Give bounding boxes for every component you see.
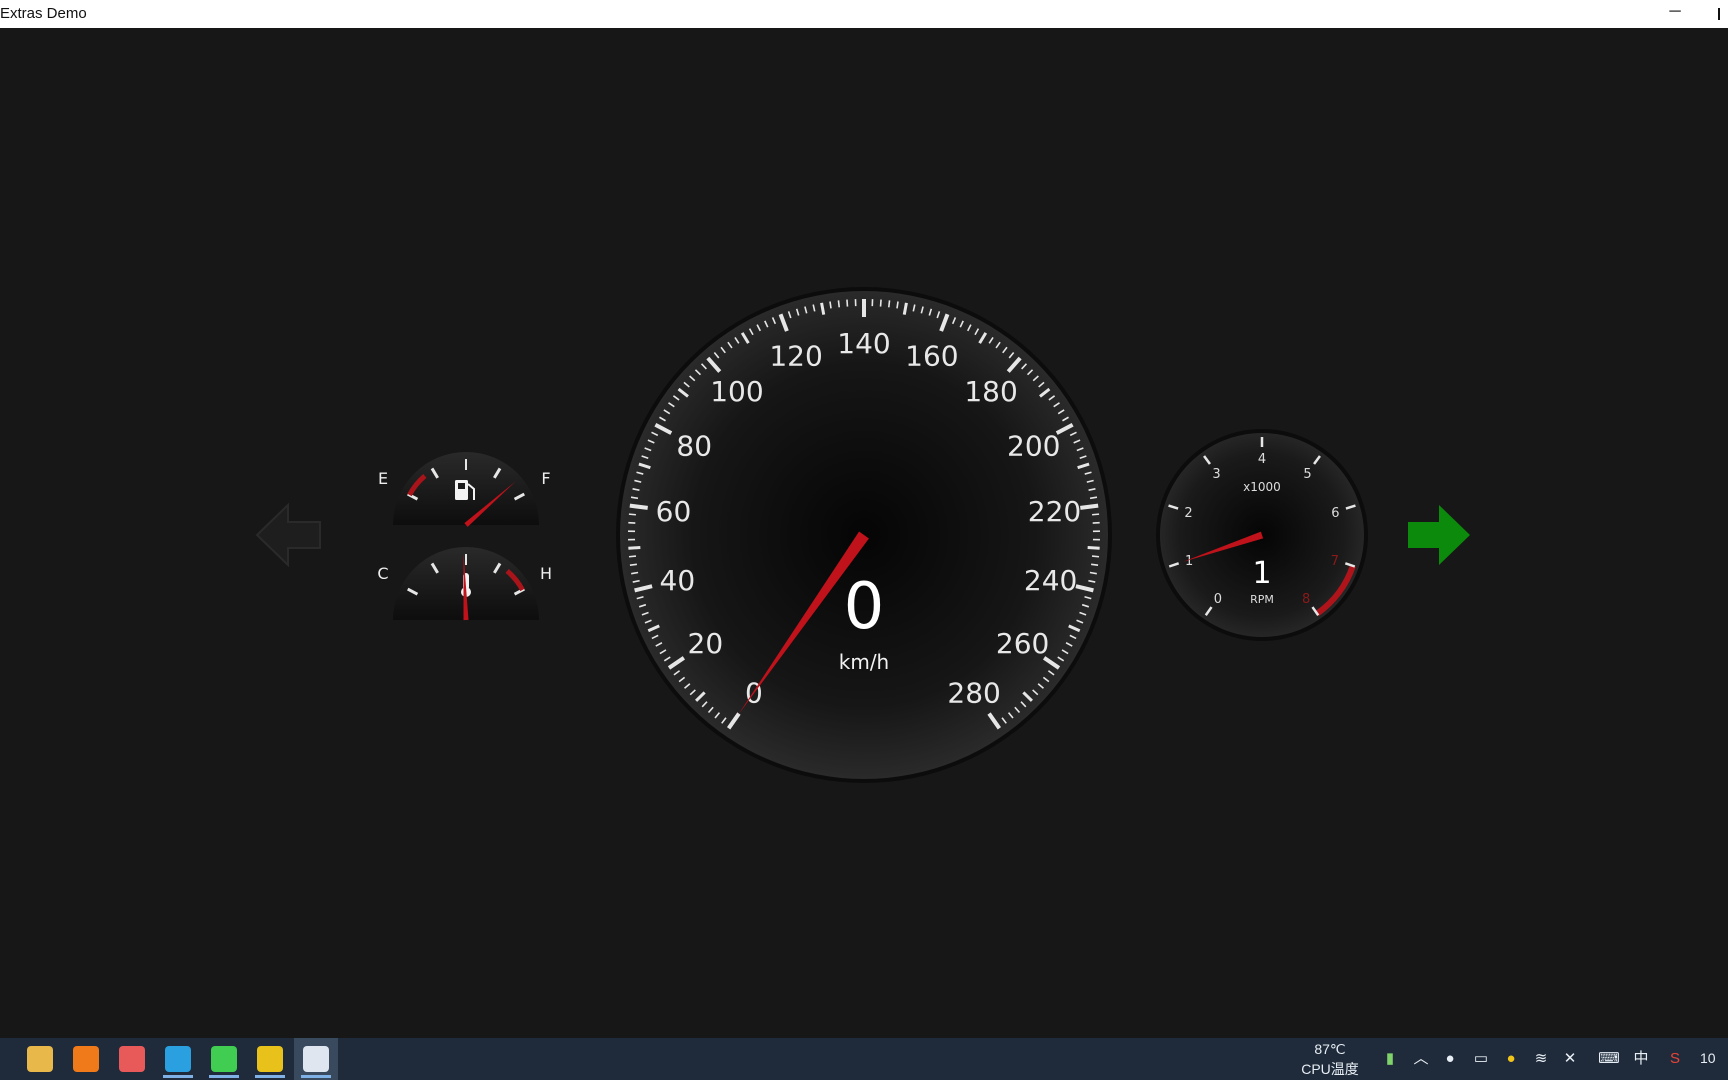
speed-tick xyxy=(1092,513,1100,516)
search-icon xyxy=(73,1046,99,1072)
fuel-empty-label: E xyxy=(378,469,388,488)
tachometer: x1000 1 RPM 0 1 2 3 4 5 6 7 8 xyxy=(1156,429,1368,641)
running-indicator xyxy=(209,1075,239,1078)
speaker-muted-icon[interactable]: ✕ xyxy=(1561,1050,1579,1068)
speed-tick xyxy=(846,299,849,307)
speed-tick xyxy=(837,300,841,308)
speed-tick xyxy=(879,299,882,307)
speed-tick xyxy=(896,301,899,309)
speed-tick-label: 140 xyxy=(837,327,890,360)
microphone-icon[interactable]: ● xyxy=(1441,1050,1459,1068)
cpu-temp-label: CPU温度 xyxy=(1301,1061,1359,1077)
taskbar: 87℃ CPU温度 ▮ ︿ ● ▭ ● ≋ ✕ ⌨ 中 S 10 xyxy=(0,1038,1728,1080)
speed-tick xyxy=(1080,503,1099,510)
rpm-unit-label: RPM xyxy=(1250,593,1274,606)
speed-tick xyxy=(1091,563,1099,567)
rpm-tick-label: 3 xyxy=(1212,467,1220,482)
taskbar-app-button[interactable] xyxy=(64,1038,108,1080)
app-icon-1 xyxy=(119,1046,145,1072)
app-tray-icon[interactable]: ● xyxy=(1502,1050,1520,1068)
rpm-readout: 1 xyxy=(1252,556,1271,591)
extras-demo-icon xyxy=(303,1046,329,1072)
speed-tick-label: 60 xyxy=(656,495,692,528)
qt-creator-icon xyxy=(211,1046,237,1072)
speed-tick-label: 120 xyxy=(769,339,822,372)
temperature-hot-label: H xyxy=(540,564,552,583)
speed-readout: 0 xyxy=(844,570,885,644)
speed-tick-label: 20 xyxy=(688,627,724,660)
title-bar: Extras Demo ─ xyxy=(0,0,1728,28)
left-turn-signal-icon xyxy=(255,502,321,568)
cpu-temp-value: 87℃ xyxy=(1314,1041,1346,1057)
edge-icon xyxy=(165,1046,191,1072)
maximize-button[interactable] xyxy=(1718,8,1728,20)
window-title: Extras Demo xyxy=(0,5,87,22)
speed-tick-label: 240 xyxy=(1024,564,1077,597)
file-explorer-icon xyxy=(27,1046,53,1072)
speed-tick-label: 260 xyxy=(996,627,1049,660)
keyboard-icon[interactable]: ⌨ xyxy=(1594,1050,1624,1068)
running-indicator xyxy=(163,1075,193,1078)
fuel-full-label: F xyxy=(541,469,550,488)
wifi-icon[interactable]: ≋ xyxy=(1532,1050,1550,1068)
rpm-multiplier-label: x1000 xyxy=(1243,480,1281,494)
taskbar-app-button[interactable] xyxy=(156,1038,200,1080)
speed-tick-label: 100 xyxy=(710,375,763,408)
taskbar-app-button[interactable] xyxy=(294,1038,338,1080)
rpm-tick-label: 1 xyxy=(1185,554,1193,569)
tray-overflow-chevron-icon[interactable]: ︿ xyxy=(1412,1050,1430,1068)
rpm-tick-label: 5 xyxy=(1303,467,1311,482)
taskbar-app-button[interactable] xyxy=(202,1038,246,1080)
sogou-ime-icon[interactable]: S xyxy=(1666,1050,1684,1068)
input-method-indicator[interactable]: 中 xyxy=(1632,1050,1650,1068)
running-indicator xyxy=(255,1075,285,1078)
taskbar-app-button[interactable] xyxy=(248,1038,292,1080)
taskbar-app-button[interactable] xyxy=(110,1038,154,1080)
speed-tick-label: 40 xyxy=(660,564,696,597)
minimize-button[interactable]: ─ xyxy=(1660,0,1690,28)
speed-tick-label: 200 xyxy=(1007,429,1060,462)
clock[interactable]: 10 xyxy=(1700,1050,1728,1066)
speed-tick xyxy=(631,571,639,575)
speed-tick xyxy=(887,300,891,308)
rpm-tick-label: 4 xyxy=(1258,452,1266,467)
speed-tick xyxy=(902,302,908,315)
running-indicator xyxy=(301,1075,331,1078)
rpm-tick-label: 2 xyxy=(1184,506,1192,521)
rpm-tick-label: 6 xyxy=(1331,506,1339,521)
speed-tick xyxy=(1089,496,1098,500)
speed-tick xyxy=(1091,555,1100,558)
speed-tick-label: 180 xyxy=(964,375,1017,408)
speed-tick xyxy=(629,503,648,510)
speed-tick xyxy=(820,302,826,315)
speed-tick xyxy=(829,301,832,309)
speed-tick xyxy=(629,563,637,567)
temperature-gauge: C H xyxy=(377,547,552,621)
rpm-tick-label: 8 xyxy=(1302,592,1310,607)
battery-app-icon[interactable]: ▮ xyxy=(1381,1050,1399,1068)
fuel-gauge: E F xyxy=(378,452,551,527)
speed-tick xyxy=(628,546,641,550)
speed-tick-label: 160 xyxy=(905,339,958,372)
speed-tick xyxy=(628,513,636,516)
speedometer: 0 km/h 020406080100120140160180200220240… xyxy=(616,287,1112,783)
speed-unit-label: km/h xyxy=(839,650,889,674)
speed-tick xyxy=(1087,546,1100,550)
speed-tick-label: 80 xyxy=(676,429,712,462)
app-icon-2 xyxy=(257,1046,283,1072)
dashboard: E F C H 0 km/h 0 20 40 60 80 100120 140 160180 2 xyxy=(0,28,1728,1038)
speed-tick-label: 220 xyxy=(1028,495,1081,528)
speed-tick-label: 280 xyxy=(947,676,1000,709)
dashboard-canvas: E F C H 0 km/h 0 20 40 60 80 100120 140 160180 2 xyxy=(255,287,1470,783)
rpm-tick-label: 7 xyxy=(1331,554,1339,569)
taskbar-app-button[interactable] xyxy=(18,1038,62,1080)
temperature-cold-label: C xyxy=(377,564,388,583)
speed-tick xyxy=(630,496,639,500)
rpm-tick-label: 0 xyxy=(1214,592,1222,607)
right-turn-signal-icon xyxy=(1408,505,1470,565)
battery-icon[interactable]: ▭ xyxy=(1472,1050,1490,1068)
speed-tick xyxy=(628,555,637,558)
speed-tick xyxy=(1089,571,1097,575)
